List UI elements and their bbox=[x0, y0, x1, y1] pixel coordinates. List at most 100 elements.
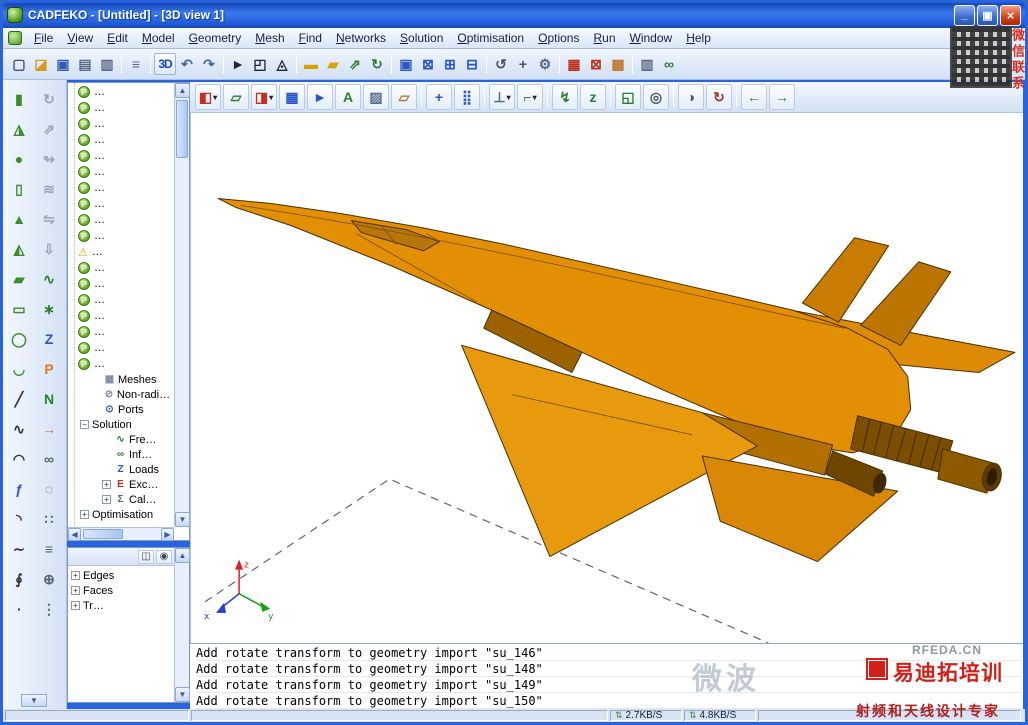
create-cone[interactable]: ▲ bbox=[6, 204, 32, 234]
create-helix[interactable]: ∮ bbox=[6, 564, 32, 594]
tree-item-part[interactable]: P … bbox=[78, 228, 174, 244]
create-rectangle-face[interactable]: ▬ bbox=[300, 53, 322, 75]
tree-item-solution[interactable]: − Solution bbox=[78, 417, 174, 432]
project-tool[interactable]: ⇩ bbox=[36, 234, 62, 264]
tree-item-frequency[interactable]: ∿ Fre… bbox=[78, 432, 174, 447]
tree-item-part[interactable]: P … bbox=[78, 356, 174, 372]
tree-item-part[interactable]: P … bbox=[78, 132, 174, 148]
add-port[interactable]: P bbox=[36, 354, 62, 384]
create-pyramid[interactable]: ◭ bbox=[6, 234, 32, 264]
print-report[interactable]: ▥ bbox=[96, 53, 118, 75]
menu-solution[interactable]: Solution bbox=[393, 29, 450, 48]
toggle-grid[interactable]: ⣿ bbox=[454, 84, 480, 110]
delete-solid[interactable]: ⊠ bbox=[417, 53, 439, 75]
menu-geometry[interactable]: Geometry bbox=[182, 29, 249, 48]
align-tool[interactable]: ↯ bbox=[552, 84, 578, 110]
create-cuboid[interactable]: ▮ bbox=[6, 84, 32, 114]
tree-expander[interactable]: + bbox=[102, 495, 111, 504]
create-paraboloid[interactable]: ◡ bbox=[6, 354, 32, 384]
add-text-label[interactable]: A bbox=[335, 84, 361, 110]
tree-item-part[interactable]: P … bbox=[78, 340, 174, 356]
create-ellipse[interactable]: ◯ bbox=[6, 324, 32, 354]
search-settings[interactable]: ⚙ bbox=[534, 53, 556, 75]
titlebar[interactable]: CADFEKO - [Untitled] - [3D view 1] _ ▣ × bbox=[3, 2, 1025, 28]
menu-networks[interactable]: Networks bbox=[329, 29, 393, 48]
tree-item-part[interactable]: P … bbox=[78, 276, 174, 292]
tree-expander[interactable]: + bbox=[71, 601, 80, 610]
select-pointer[interactable]: ► bbox=[227, 53, 249, 75]
tree-expander[interactable]: + bbox=[71, 586, 80, 595]
refine-mesh[interactable]: ▩ bbox=[607, 53, 629, 75]
menu-view[interactable]: View bbox=[60, 29, 100, 48]
details-scrollbar[interactable]: ▲ ▼ bbox=[174, 548, 190, 702]
extrude-face[interactable]: ⇗ bbox=[344, 53, 366, 75]
add-network[interactable]: N bbox=[36, 384, 62, 414]
scrollbar-thumb[interactable] bbox=[83, 529, 123, 539]
z-direction-tool[interactable]: Z bbox=[36, 324, 62, 354]
menu-run[interactable]: Run bbox=[586, 29, 622, 48]
rotate-transform[interactable]: ↺ bbox=[490, 53, 512, 75]
render-preset[interactable]: ◨ ▾ bbox=[251, 84, 277, 110]
new-3d-view[interactable]: ▱ bbox=[223, 84, 249, 110]
measure-distance[interactable]: ▱ bbox=[391, 84, 417, 110]
tree-item-part[interactable]: P … bbox=[78, 100, 174, 116]
tree-item-part[interactable]: P … bbox=[78, 212, 174, 228]
cable-connection[interactable]: ∞ bbox=[658, 53, 680, 75]
next-view[interactable]: → bbox=[769, 84, 795, 110]
menu-find[interactable]: Find bbox=[292, 29, 329, 48]
tree-item-non-radiating[interactable]: ⊘ Non-radiat… bbox=[78, 387, 174, 402]
spin-face[interactable]: ↻ bbox=[366, 53, 388, 75]
details-item-tr[interactable]: + Tr… bbox=[71, 598, 189, 613]
details-item-edges[interactable]: + Edges bbox=[71, 568, 189, 583]
close-button[interactable]: × bbox=[1000, 4, 1021, 26]
scroll-down-icon[interactable]: ▼ bbox=[175, 512, 190, 527]
menu-options[interactable]: Options bbox=[531, 29, 586, 48]
apply-transform[interactable]: → bbox=[36, 414, 62, 444]
subtract-solids[interactable]: ⊟ bbox=[461, 53, 483, 75]
create-flare[interactable]: ◮ bbox=[6, 114, 32, 144]
undo[interactable]: ↶ bbox=[176, 53, 198, 75]
mesh-statistics[interactable]: ▥ bbox=[636, 53, 658, 75]
redo[interactable]: ↷ bbox=[198, 53, 220, 75]
tree-expander[interactable]: − bbox=[80, 420, 89, 429]
tree-item-optimisation[interactable]: + Optimisation bbox=[78, 507, 174, 522]
spin-tool[interactable]: ↻ bbox=[36, 84, 62, 114]
tree-h-scrollbar[interactable]: ◀ ▶ bbox=[68, 527, 174, 541]
notes-report[interactable]: ≡ bbox=[125, 53, 147, 75]
tree-item-part[interactable]: P … bbox=[78, 148, 174, 164]
scroll-left-icon[interactable]: ◀ bbox=[68, 528, 81, 541]
create-line[interactable]: ╱ bbox=[6, 384, 32, 414]
save-image[interactable]: ▨ bbox=[363, 84, 389, 110]
menu-mesh[interactable]: Mesh bbox=[248, 29, 291, 48]
waveguide-port[interactable]: ∿ bbox=[36, 264, 62, 294]
tree-item-ports[interactable]: ⊙ Ports bbox=[78, 402, 174, 417]
new-document[interactable]: ▢ bbox=[8, 53, 30, 75]
sweep-tool[interactable]: ⇗ bbox=[36, 114, 62, 144]
tree-item-part[interactable]: P … bbox=[78, 180, 174, 196]
menu-edit[interactable]: Edit bbox=[100, 29, 135, 48]
scroll-up-icon[interactable]: ▲ bbox=[175, 83, 190, 98]
edit-z-axis[interactable]: z bbox=[580, 84, 606, 110]
tree-item-part[interactable]: P … bbox=[78, 116, 174, 132]
workplane-select[interactable]: ⊥ ▾ bbox=[489, 84, 515, 110]
tree-item-calculation[interactable]: + Σ Cal… bbox=[78, 492, 174, 507]
tree-item-excitations[interactable]: + E Exc… bbox=[78, 477, 174, 492]
save-file[interactable]: ▣ bbox=[52, 53, 74, 75]
tree-scrollbar[interactable]: ▲ ▼ bbox=[174, 83, 190, 527]
menu-file[interactable]: File bbox=[27, 29, 60, 48]
union-solids[interactable]: ⊞ bbox=[439, 53, 461, 75]
create-sphere[interactable]: ● bbox=[6, 144, 32, 174]
tree-item-part[interactable]: P … bbox=[78, 196, 174, 212]
menu-help[interactable]: Help bbox=[679, 29, 718, 48]
create-function-curve[interactable]: ƒ bbox=[6, 474, 32, 504]
zoom-to-window[interactable]: ◎ bbox=[643, 84, 669, 110]
details-item-faces[interactable]: + Faces bbox=[71, 583, 189, 598]
tree-item-part[interactable]: P … bbox=[78, 324, 174, 340]
previous-view[interactable]: ← bbox=[741, 84, 767, 110]
twist-tool[interactable]: ↬ bbox=[36, 144, 62, 174]
more-tools[interactable]: ⋮ bbox=[36, 594, 62, 624]
create-elliptic-arc[interactable]: ◝ bbox=[6, 504, 32, 534]
tree-item-part[interactable]: P … bbox=[78, 260, 174, 276]
menu-window[interactable]: Window bbox=[623, 29, 680, 48]
3d-viewport[interactable]: z y x bbox=[190, 113, 1023, 643]
